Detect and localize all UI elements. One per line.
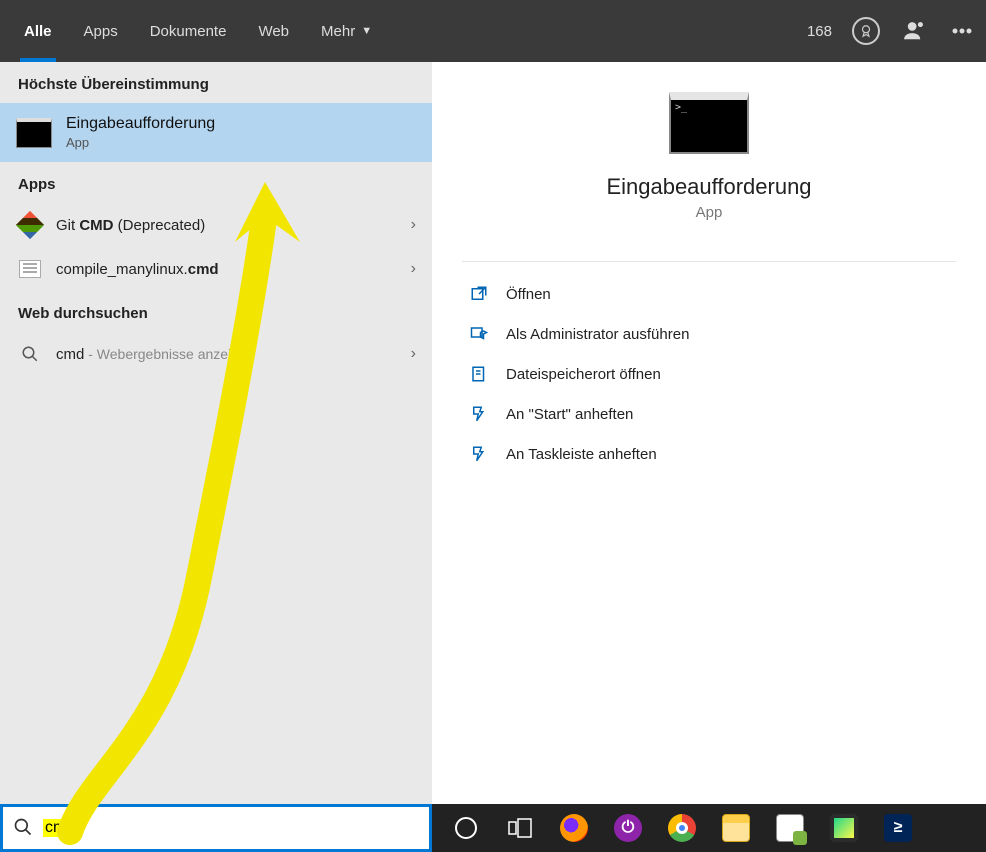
firefox-icon — [560, 814, 588, 842]
action-pinstart-label: An "Start" anheften — [506, 406, 633, 423]
taskbar-notepadpp[interactable] — [764, 806, 816, 850]
rewards-points[interactable]: 168 — [807, 23, 832, 40]
apps-section-header: Apps — [0, 162, 432, 203]
best-match-subtitle: App — [66, 135, 215, 150]
action-admin-label: Als Administrator ausführen — [506, 326, 689, 343]
preview-title: Eingabeaufforderung — [462, 174, 956, 200]
taskview-icon — [508, 818, 532, 838]
git-icon — [16, 213, 44, 237]
search-icon — [13, 817, 35, 839]
pycharm-icon — [830, 814, 858, 842]
cmd-app-icon — [16, 118, 52, 148]
web-section-header: Web durchsuchen — [0, 291, 432, 332]
taskbar-taskview[interactable] — [494, 806, 546, 850]
chevron-right-icon: › — [411, 345, 416, 363]
search-scope-tabs: Alle Apps Dokumente Web Mehr ▼ 168 — [0, 0, 986, 62]
folder-location-icon — [466, 364, 492, 384]
open-icon — [466, 284, 492, 304]
result-git-cmd[interactable]: Git CMD (Deprecated) › — [0, 203, 432, 247]
action-fileloc-label: Dateispeicherort öffnen — [506, 366, 661, 383]
rewards-medal-icon[interactable] — [852, 17, 880, 45]
action-open[interactable]: Öffnen — [462, 274, 956, 314]
action-pin-start[interactable]: An "Start" anheften — [462, 394, 956, 434]
result-git-cmd-label: Git CMD (Deprecated) — [56, 217, 411, 234]
results-list-pane: Höchste Übereinstimmung Eingabeaufforder… — [0, 62, 432, 804]
action-open-file-location[interactable]: Dateispeicherort öffnen — [462, 354, 956, 394]
preview-pane: Eingabeaufforderung App Öffnen Als Admin… — [432, 62, 986, 804]
search-icon — [16, 342, 44, 366]
tab-more[interactable]: Mehr ▼ — [307, 0, 386, 62]
action-open-label: Öffnen — [506, 286, 551, 303]
taskbar-cortana[interactable] — [440, 806, 492, 850]
notepadpp-icon — [776, 814, 804, 842]
result-web-search[interactable]: cmd - Webergebnisse anzeigen › — [0, 332, 432, 376]
chevron-down-icon: ▼ — [361, 25, 372, 37]
taskbar-chrome[interactable] — [656, 806, 708, 850]
result-web-label: cmd - Webergebnisse anzeigen — [56, 346, 411, 363]
chevron-right-icon: › — [411, 260, 416, 278]
tab-more-label: Mehr — [321, 23, 355, 40]
top-right-controls: 168 — [807, 17, 976, 45]
pin-start-icon — [466, 404, 492, 424]
action-pin-taskbar[interactable]: An Taskleiste anheften — [462, 434, 956, 474]
best-match-result[interactable]: Eingabeaufforderung App — [0, 103, 432, 162]
more-options-icon[interactable] — [948, 17, 976, 45]
taskbar-firefox[interactable] — [548, 806, 600, 850]
cmd-file-icon — [16, 257, 44, 281]
taskbar-powershell[interactable]: ≥ — [872, 806, 924, 850]
preview-subtitle: App — [462, 204, 956, 221]
tab-all[interactable]: Alle — [10, 0, 66, 62]
search-input-highlighted: cmd — [43, 819, 77, 837]
taskbar-shutdown-app[interactable]: ⏻ — [602, 806, 654, 850]
divider — [462, 261, 956, 262]
tabs-container: Alle Apps Dokumente Web Mehr ▼ — [10, 0, 386, 62]
power-icon: ⏻ — [614, 814, 642, 842]
search-box[interactable]: cmd — [0, 804, 432, 852]
tab-web[interactable]: Web — [244, 0, 303, 62]
taskbar: ⏻ ≥ — [432, 804, 986, 852]
best-match-title: Eingabeaufforderung — [66, 115, 215, 133]
search-results-area: Höchste Übereinstimmung Eingabeaufforder… — [0, 62, 986, 804]
pin-taskbar-icon — [466, 444, 492, 464]
chrome-icon — [668, 814, 696, 842]
tab-apps[interactable]: Apps — [70, 0, 132, 62]
preview-app-icon — [669, 92, 749, 154]
tab-documents[interactable]: Dokumente — [136, 0, 241, 62]
best-match-text: Eingabeaufforderung App — [66, 115, 215, 150]
action-run-admin[interactable]: Als Administrator ausführen — [462, 314, 956, 354]
account-icon[interactable] — [900, 17, 928, 45]
best-match-header: Höchste Übereinstimmung — [0, 62, 432, 103]
chevron-right-icon: › — [411, 216, 416, 234]
action-pintaskbar-label: An Taskleiste anheften — [506, 446, 657, 463]
taskbar-pycharm[interactable] — [818, 806, 870, 850]
file-explorer-icon — [722, 814, 750, 842]
admin-shield-icon — [466, 324, 492, 344]
powershell-icon: ≥ — [884, 814, 912, 842]
result-compile-label: compile_manylinux.cmd — [56, 261, 411, 278]
result-compile-manylinux[interactable]: compile_manylinux.cmd › — [0, 247, 432, 291]
cortana-icon — [455, 817, 477, 839]
taskbar-explorer[interactable] — [710, 806, 762, 850]
